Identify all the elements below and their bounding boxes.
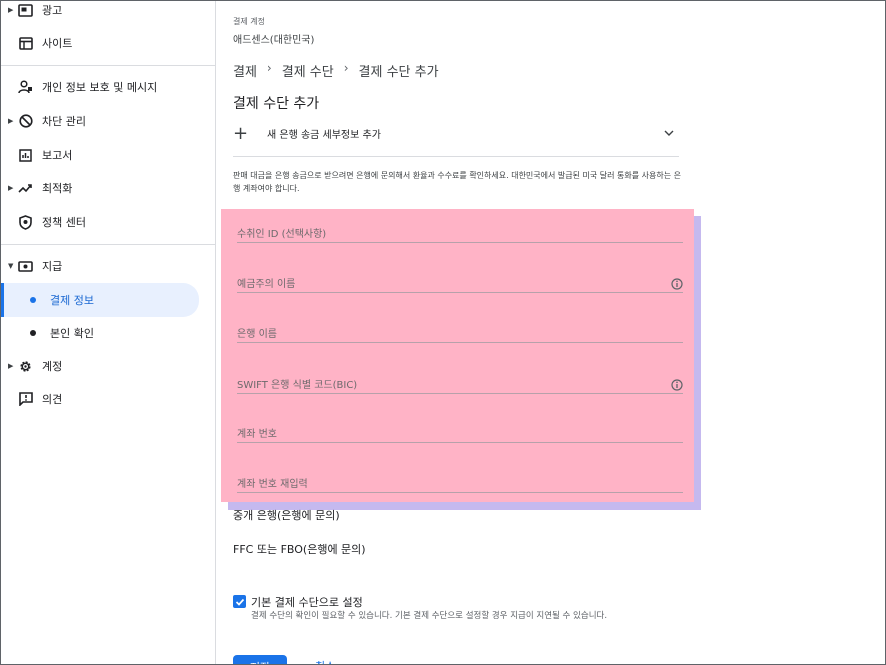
checkmark-icon: [235, 598, 244, 606]
sidebar-divider: [1, 244, 215, 245]
feedback-icon: [17, 391, 34, 408]
sidebar-item-account[interactable]: ▶ 계정: [1, 350, 201, 382]
sidebar-item-verification[interactable]: 본인 확인: [1, 317, 201, 349]
policy-icon: [17, 214, 34, 231]
account-number-confirm-field[interactable]: 계좌 번호 재입력: [237, 463, 683, 493]
account-holder-name-field[interactable]: 예금주의 이름: [237, 263, 683, 293]
add-bank-details-label: 새 은행 송금 세부정보 추가: [267, 130, 381, 141]
default-payment-helper: 결제 수단의 확인이 필요할 수 있습니다. 기본 결제 수단으로 설정할 경우…: [251, 611, 608, 621]
chevron-right-icon: ›: [343, 61, 349, 75]
sites-icon: [17, 35, 34, 52]
account-name: 애드센스(대한민국): [233, 35, 315, 46]
account-number-placeholder: 계좌 번호: [237, 429, 277, 440]
sidebar-item-payments[interactable]: ▼ 지급: [1, 250, 201, 282]
bank-transfer-description: 판매 대금을 은행 송금으로 받으려면 은행에 문의해서 환율과 수수료를 확인…: [233, 171, 682, 193]
cancel-button[interactable]: 취소: [315, 658, 335, 664]
sidebar-item-label: 보고서: [42, 149, 73, 162]
sidebar-item-privacy[interactable]: 개인 정보 보호 및 메시지: [1, 71, 201, 103]
ads-icon: [17, 2, 34, 19]
block-icon: [17, 113, 34, 130]
sidebar-item-label: 개인 정보 보호 및 메시지: [42, 81, 158, 94]
info-icon[interactable]: [671, 275, 683, 294]
swift-code-field[interactable]: SWIFT 은행 식별 코드(BIC): [237, 364, 683, 394]
intermediary-bank-field[interactable]: 중개 은행(은행에 문의): [233, 507, 340, 523]
ffc-fbo-field[interactable]: FFC 또는 FBO(은행에 문의): [233, 541, 366, 557]
sidebar-item-label: 최적화: [42, 182, 73, 195]
breadcrumb-payments[interactable]: 결제: [233, 61, 257, 80]
caret-right-icon: ▶: [8, 117, 14, 125]
sidebar-item-label: 본인 확인: [50, 327, 94, 340]
privacy-icon: [17, 79, 34, 96]
bank-name-field[interactable]: 은행 이름: [237, 313, 683, 343]
page-title: 결제 수단 추가: [233, 96, 320, 112]
account-number-field[interactable]: 계좌 번호: [237, 413, 683, 443]
sidebar: ▶ 광고 사이트 개인 정보 보호 및 메시지 ▶ 차단 관리 보고서 ▶ 최적…: [1, 1, 216, 664]
add-bank-details-expander[interactable]: + 새 은행 송금 세부정보 추가: [233, 121, 679, 157]
main-content: 결제 계정 애드센스(대한민국) 결제 › 결제 수단 › 결제 수단 추가 결…: [217, 1, 885, 664]
app-window: ▶ 광고 사이트 개인 정보 보호 및 메시지 ▶ 차단 관리 보고서 ▶ 최적…: [0, 0, 886, 665]
account-number-confirm-placeholder: 계좌 번호 재입력: [237, 479, 308, 490]
sidebar-item-label: 사이트: [42, 37, 73, 50]
bank-name-placeholder: 은행 이름: [237, 329, 277, 340]
breadcrumb: 결제 › 결제 수단 › 결제 수단 추가: [233, 61, 445, 80]
payee-id-field[interactable]: 수취인 ID (선택사항): [237, 213, 683, 243]
sidebar-item-payment-info[interactable]: 결제 정보: [4, 283, 199, 317]
reports-icon: [17, 147, 34, 164]
gear-icon: [17, 358, 34, 375]
optimization-icon: [17, 180, 34, 197]
sidebar-item-feedback[interactable]: 의견: [1, 383, 201, 415]
account-label: 결제 계정: [233, 17, 265, 26]
sidebar-item-label: 의견: [42, 393, 63, 406]
bullet-icon: [30, 330, 36, 336]
caret-down-icon: ▼: [8, 262, 14, 270]
sidebar-item-label: 차단 관리: [42, 115, 86, 128]
payee-id-placeholder: 수취인 ID (선택사항): [237, 229, 327, 240]
sidebar-divider: [1, 65, 215, 66]
caret-right-icon: ▶: [8, 184, 14, 192]
bullet-icon: [30, 297, 36, 303]
sidebar-item-optimization[interactable]: ▶ 최적화: [1, 172, 201, 204]
sidebar-item-ads[interactable]: ▶ 광고: [1, 1, 201, 26]
breadcrumb-payment-methods[interactable]: 결제 수단: [282, 61, 334, 80]
info-icon[interactable]: [671, 376, 683, 395]
payments-icon: [17, 258, 34, 275]
chevron-down-icon: [663, 124, 675, 143]
breadcrumb-add-payment-method: 결제 수단 추가: [358, 65, 439, 80]
default-payment-label: 기본 결제 수단으로 설정: [251, 596, 363, 609]
bank-details-form: 수취인 ID (선택사항) 예금주의 이름 은행 이름 SWIFT 은행 식별 …: [221, 209, 694, 502]
chevron-right-icon: ›: [266, 61, 272, 75]
account-holder-name-placeholder: 예금주의 이름: [237, 279, 296, 290]
sidebar-item-label: 광고: [42, 4, 63, 17]
sidebar-item-label: 지급: [42, 260, 63, 273]
sidebar-item-policy[interactable]: 정책 센터: [1, 206, 201, 238]
save-button[interactable]: 저장: [233, 655, 287, 664]
sidebar-item-label: 정책 센터: [42, 216, 86, 229]
sidebar-item-label: 계정: [42, 360, 63, 373]
sidebar-item-sites[interactable]: 사이트: [1, 27, 201, 59]
plus-icon: +: [233, 123, 249, 144]
sidebar-item-label: 결제 정보: [50, 294, 94, 307]
sidebar-item-reports[interactable]: 보고서: [1, 139, 201, 171]
sidebar-item-blocking[interactable]: ▶ 차단 관리: [1, 105, 201, 137]
swift-code-placeholder: SWIFT 은행 식별 코드(BIC): [237, 380, 358, 391]
default-payment-checkbox[interactable]: [233, 595, 246, 608]
caret-right-icon: ▶: [8, 362, 14, 370]
caret-right-icon: ▶: [8, 6, 14, 14]
